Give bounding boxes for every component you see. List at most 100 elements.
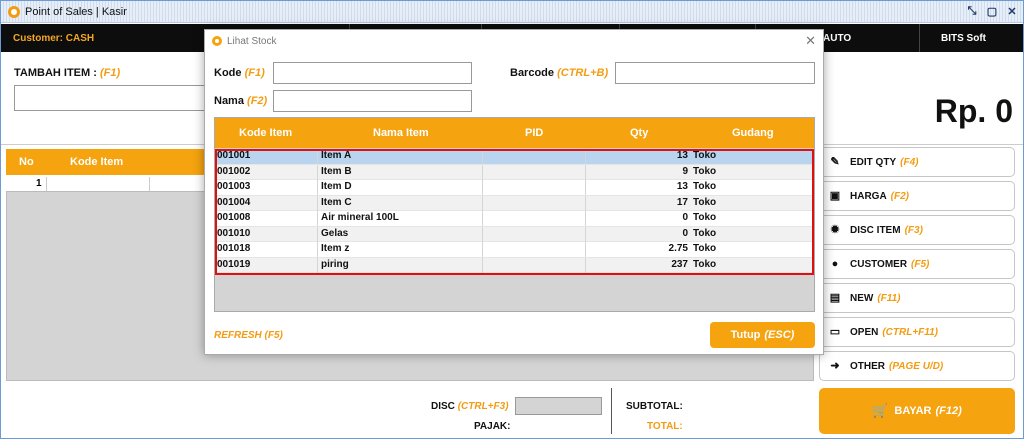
window-title: Point of Sales | Kasir <box>25 5 127 18</box>
cell-divider <box>585 226 586 242</box>
cell-divider <box>585 164 586 180</box>
cell-gudang: Toko <box>693 150 717 161</box>
column-header-no: No <box>19 156 34 168</box>
column-header-qty: Qty <box>630 127 649 139</box>
disc-input[interactable] <box>515 397 602 415</box>
column-header-pid: PID <box>525 127 544 139</box>
cell-kode-item: 001018 <box>217 243 251 254</box>
header-divider <box>919 24 920 52</box>
subtotal-label: SUBTOTAL: <box>626 401 683 412</box>
cell-nama-item: Item C <box>321 196 352 208</box>
cell-qty: 13 <box>676 181 688 192</box>
cell-divider <box>585 195 586 211</box>
cell-qty: 0 <box>682 212 688 223</box>
divider <box>611 388 612 434</box>
cell-gudang: Toko <box>693 227 717 239</box>
maximize-icon[interactable]: ▢ <box>985 4 999 18</box>
close-dialog-button[interactable]: Tutup (ESC) <box>710 322 815 348</box>
cell-divider <box>482 149 483 164</box>
new-button[interactable]: ▤ NEW (F11) <box>819 283 1015 313</box>
edit-qty-button[interactable]: ✎ EDIT QTY (F4) <box>819 147 1015 177</box>
cell-kode-item: 001002 <box>217 165 251 177</box>
restore-icon[interactable]: ⤡ <box>965 4 979 18</box>
cell-gudang: Toko <box>693 196 717 208</box>
barcode-input[interactable] <box>615 62 815 84</box>
disc-item-button[interactable]: ✹ DISC ITEM (F3) <box>819 215 1015 245</box>
cell-qty: 0 <box>682 227 688 239</box>
table-row[interactable]: 001002 Item B 9 Toko <box>215 164 814 180</box>
table-row[interactable]: 001019 piring 237 Toko <box>215 257 814 273</box>
cell-divider <box>585 257 586 273</box>
cell-nama-item: Gelas <box>321 227 349 239</box>
close-icon[interactable]: ✕ <box>1005 4 1019 18</box>
dialog-title: Lihat Stock <box>227 35 277 47</box>
cell-divider <box>317 149 318 164</box>
folder-icon: ▭ <box>829 326 841 338</box>
open-button[interactable]: ▭ OPEN (CTRL+F11) <box>819 317 1015 347</box>
cell-nama-item: Item B <box>321 165 352 177</box>
cell-kode-item: 001004 <box>217 196 251 208</box>
cell-kode-item: 001008 <box>217 212 251 223</box>
cell-divider <box>317 257 318 273</box>
cell-gudang: Toko <box>693 212 717 223</box>
cell-nama-item: Item D <box>321 181 352 192</box>
kode-input[interactable] <box>273 62 472 84</box>
refresh-link[interactable]: REFRESH (F5) <box>214 330 283 341</box>
cell-divider <box>317 242 318 257</box>
close-icon[interactable]: ✕ <box>805 33 816 49</box>
cell-gudang: Toko <box>693 258 717 270</box>
cell-divider <box>585 180 586 195</box>
cell-divider <box>482 226 483 242</box>
total-label: TOTAL: <box>647 421 683 432</box>
column-header-kode-item: Kode Item <box>70 156 124 168</box>
arrow-right-icon: ➜ <box>830 360 840 372</box>
add-item-input[interactable] <box>14 85 214 111</box>
cell-gudang: Toko <box>693 243 717 254</box>
cell-divider <box>317 195 318 211</box>
table-row[interactable]: 001010 Gelas 0 Toko <box>215 226 814 242</box>
lihat-stock-dialog: Lihat Stock ✕ Kode (F1) Nama (F2) Barcod… <box>204 29 824 355</box>
add-item-label: TAMBAH ITEM : (F1) <box>14 67 121 79</box>
table-row[interactable]: 001008 Air mineral 100L 0 Toko <box>215 211 814 227</box>
cell-divider <box>149 177 150 191</box>
cell-divider <box>482 195 483 211</box>
cell-nama-item: Item A <box>321 150 352 161</box>
cell-kode-item: 001001 <box>217 150 251 161</box>
stock-table-body: 001001 Item A 13 Toko 001002 Item B 9 Toko 00100… <box>215 149 814 273</box>
total-amount-display: Rp. 0 <box>934 93 1013 129</box>
table-row[interactable]: 001004 Item C 17 Toko <box>215 195 814 211</box>
cell-divider <box>482 180 483 195</box>
discount-icon: ✹ <box>830 224 840 236</box>
cell-divider <box>482 257 483 273</box>
dialog-title-bar: Lihat Stock <box>205 30 823 52</box>
harga-button[interactable]: ▣ HARGA (F2) <box>819 181 1015 211</box>
cell-divider <box>317 164 318 180</box>
window-controls: ⤡ ▢ ✕ <box>965 4 1019 18</box>
cell-kode-item: 001019 <box>217 258 251 270</box>
table-row[interactable]: 001001 Item A 13 Toko <box>215 149 814 165</box>
cell-qty: 13 <box>676 150 688 161</box>
nama-input[interactable] <box>273 90 472 112</box>
stock-table-header: Kode Item Nama Item PID Qty Gudang <box>215 118 814 148</box>
other-button[interactable]: ➜ OTHER (PAGE U/D) <box>819 351 1015 381</box>
cell-qty: 2.75 <box>668 243 688 254</box>
disc-label: DISC (CTRL+F3) <box>431 401 509 412</box>
cell-divider <box>585 242 586 257</box>
edit-icon: ✎ <box>830 156 840 168</box>
title-bar: Point of Sales | Kasir ⤡ ▢ ✕ <box>1 1 1023 23</box>
app-logo-icon <box>8 5 20 18</box>
cell-qty: 9 <box>682 165 688 177</box>
table-row[interactable]: 001003 Item D 13 Toko <box>215 180 814 196</box>
cell-nama-item: Air mineral 100L <box>321 212 399 223</box>
table-row[interactable]: 001018 Item z 2.75 Toko <box>215 242 814 258</box>
cell-nama-item: Item z <box>321 243 350 254</box>
pos-window: Point of Sales | Kasir ⤡ ▢ ✕ Customer: C… <box>0 0 1024 439</box>
cell-divider <box>317 180 318 195</box>
cell-divider <box>317 211 318 226</box>
document-icon: ▤ <box>829 292 841 304</box>
bayar-button[interactable]: 🛒 BAYAR (F12) <box>819 388 1015 434</box>
cell-qty: 17 <box>676 196 688 208</box>
customer-button[interactable]: ● CUSTOMER (F5) <box>819 249 1015 279</box>
money-icon: ▣ <box>829 190 841 202</box>
brand-label: BITS Soft <box>941 33 986 44</box>
